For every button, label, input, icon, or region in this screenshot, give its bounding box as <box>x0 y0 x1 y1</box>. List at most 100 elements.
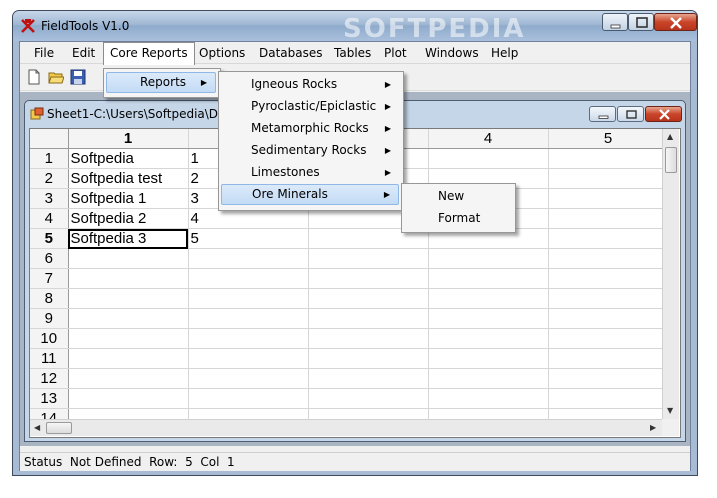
cell[interactable] <box>68 368 189 389</box>
cell[interactable]: Softpedia <box>68 148 189 169</box>
cell[interactable] <box>68 248 189 269</box>
cell[interactable] <box>548 188 669 209</box>
cell[interactable] <box>548 148 669 169</box>
cell[interactable] <box>428 348 549 369</box>
row-header[interactable]: 10 <box>30 328 69 349</box>
column-header[interactable]: 4 <box>428 129 549 149</box>
new-file-icon[interactable] <box>26 69 42 85</box>
corner-cell[interactable] <box>30 129 69 149</box>
cell[interactable] <box>428 148 549 169</box>
cell[interactable] <box>68 288 189 309</box>
horizontal-scrollbar[interactable]: ◀ ▶ <box>30 419 662 436</box>
cell[interactable] <box>188 268 309 289</box>
cell[interactable] <box>548 328 669 349</box>
row-header[interactable]: 1 <box>30 148 69 169</box>
cell[interactable] <box>308 368 429 389</box>
menu-databases[interactable]: Databases <box>253 42 329 64</box>
sheet-maximize-button[interactable] <box>617 106 644 122</box>
column-header[interactable]: 1 <box>68 129 189 149</box>
cell[interactable] <box>68 348 189 369</box>
menu-item-limestones[interactable]: Limestones ▶ <box>221 162 399 183</box>
cell[interactable] <box>548 348 669 369</box>
row-header[interactable]: 5 <box>30 228 69 249</box>
cell[interactable] <box>428 368 549 389</box>
sheet-close-button[interactable] <box>645 106 682 122</box>
row-header[interactable]: 3 <box>30 188 69 209</box>
cell[interactable] <box>428 328 549 349</box>
cell[interactable] <box>188 308 309 329</box>
cell[interactable] <box>308 248 429 269</box>
row-header[interactable]: 2 <box>30 168 69 189</box>
cell[interactable] <box>308 328 429 349</box>
menu-item-reports[interactable]: Reports ▶ <box>106 72 216 93</box>
menu-edit[interactable]: Edit <box>66 42 101 64</box>
row-header[interactable]: 11 <box>30 348 69 369</box>
close-button[interactable] <box>654 13 697 31</box>
cell[interactable]: Softpedia 2 <box>68 208 189 229</box>
cell[interactable] <box>548 308 669 329</box>
cell[interactable] <box>308 268 429 289</box>
maximize-button[interactable] <box>628 13 654 31</box>
cell[interactable] <box>428 248 549 269</box>
cell[interactable] <box>68 308 189 329</box>
vertical-scroll-thumb[interactable] <box>665 147 677 173</box>
menu-item-sedimentary-rocks[interactable]: Sedimentary Rocks ▶ <box>221 140 399 161</box>
row-header[interactable]: 8 <box>30 288 69 309</box>
sheet-minimize-button[interactable] <box>589 106 616 122</box>
cell[interactable] <box>548 288 669 309</box>
save-disk-icon[interactable] <box>70 69 86 85</box>
cell[interactable] <box>428 288 549 309</box>
menu-item-format[interactable]: Format <box>404 208 511 229</box>
title-bar[interactable]: FieldTools V1.0 SOFTPEDIA <box>13 11 697 44</box>
cell[interactable] <box>548 268 669 289</box>
menu-file[interactable]: File <box>28 42 60 64</box>
vertical-scrollbar[interactable]: ▲ ▼ <box>662 129 679 419</box>
menu-plot[interactable]: Plot <box>378 42 413 64</box>
cell[interactable] <box>188 328 309 349</box>
horizontal-scroll-thumb[interactable] <box>46 422 72 434</box>
selected-cell[interactable]: Softpedia 3 <box>68 228 189 249</box>
cell[interactable] <box>428 388 549 409</box>
cell[interactable] <box>428 268 549 289</box>
menu-item-pyroclastic-epiclastic[interactable]: Pyroclastic/Epiclastic ▶ <box>221 96 399 117</box>
row-header[interactable]: 6 <box>30 248 69 269</box>
cell[interactable]: Softpedia test <box>68 168 189 189</box>
menu-windows[interactable]: Windows <box>419 42 485 64</box>
cell[interactable]: 4 <box>188 208 309 229</box>
cell[interactable] <box>548 168 669 189</box>
cell[interactable] <box>188 348 309 369</box>
cell[interactable] <box>548 228 669 249</box>
menu-item-igneous-rocks[interactable]: Igneous Rocks ▶ <box>221 74 399 95</box>
cell[interactable] <box>188 288 309 309</box>
row-header[interactable]: 12 <box>30 368 69 389</box>
cell[interactable] <box>308 288 429 309</box>
cell[interactable] <box>68 388 189 409</box>
minimize-button[interactable] <box>602 13 628 31</box>
row-header[interactable]: 9 <box>30 308 69 329</box>
cell[interactable] <box>308 348 429 369</box>
cell[interactable] <box>188 388 309 409</box>
menu-help[interactable]: Help <box>485 42 524 64</box>
menu-options[interactable]: Options <box>193 42 251 64</box>
scroll-up-icon[interactable]: ▲ <box>667 132 673 141</box>
cell[interactable]: Softpedia 1 <box>68 188 189 209</box>
cell[interactable] <box>308 308 429 329</box>
cell[interactable] <box>68 268 189 289</box>
scroll-right-icon[interactable]: ▶ <box>650 423 656 432</box>
cell[interactable] <box>308 388 429 409</box>
cell[interactable] <box>188 248 309 269</box>
cell[interactable] <box>428 308 549 329</box>
menu-item-new[interactable]: New <box>404 186 511 207</box>
menu-item-metamorphic-rocks[interactable]: Metamorphic Rocks ▶ <box>221 118 399 139</box>
cell[interactable]: 5 <box>188 228 309 249</box>
menu-core-reports[interactable]: Core Reports <box>103 42 195 65</box>
cell[interactable] <box>188 368 309 389</box>
menu-item-ore-minerals[interactable]: Ore Minerals ▶ <box>221 184 399 205</box>
cell[interactable] <box>68 328 189 349</box>
cell[interactable] <box>548 208 669 229</box>
cell[interactable] <box>548 248 669 269</box>
scroll-left-icon[interactable]: ◀ <box>34 423 40 432</box>
column-header[interactable]: 5 <box>548 129 669 149</box>
menu-tables[interactable]: Tables <box>328 42 377 64</box>
row-header[interactable]: 4 <box>30 208 69 229</box>
